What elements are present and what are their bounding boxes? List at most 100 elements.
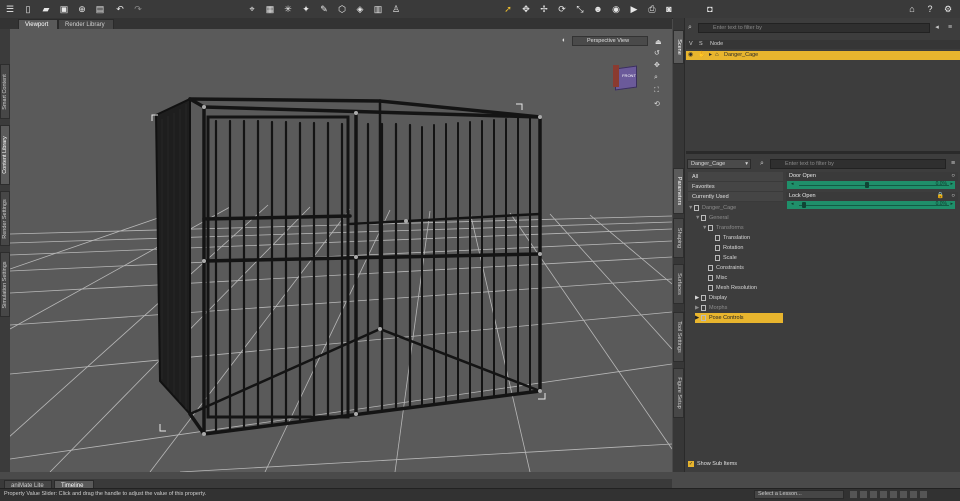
figure-setup-icon[interactable]: ▥ [372, 3, 384, 15]
lock-open-slider[interactable]: ◂ 0.0% ▸ [787, 201, 955, 209]
undo-icon[interactable]: ↶ [114, 3, 126, 15]
param-tree-item[interactable]: ▼ General [695, 213, 729, 223]
render-settings-icon[interactable]: ▤ [94, 3, 106, 15]
param-tree-item[interactable]: Rotation [709, 243, 744, 253]
open-file-icon[interactable]: ▰ [40, 3, 52, 15]
tab-parameters[interactable]: Parameters [673, 168, 684, 214]
lesson-play-icon[interactable] [870, 491, 877, 498]
lesson-prev-icon[interactable] [860, 491, 867, 498]
rotate-icon[interactable]: ⟳ [556, 3, 568, 15]
show-sub-items-checkbox[interactable]: ✓ Show Sub Items [688, 460, 778, 469]
camera-icon[interactable]: ◙ [663, 3, 675, 15]
decrement-icon[interactable]: ◂ [791, 201, 794, 207]
door-open-handle[interactable] [864, 182, 869, 188]
merge-icon[interactable]: ⊕ [76, 3, 88, 15]
param-options-icon[interactable]: ≡ [948, 159, 958, 169]
spot-render-icon[interactable]: ◈ [354, 3, 366, 15]
param-tree-item[interactable]: Translation [709, 233, 750, 243]
screenshot-icon[interactable]: ⎙ [646, 3, 658, 15]
zoom-icon[interactable]: ⌕ [654, 74, 658, 82]
tab-smart-content[interactable]: Smart Content [0, 64, 10, 119]
param-tree-item[interactable]: Mesh Resolution [702, 283, 757, 293]
frame-icon[interactable]: ⛶ [654, 87, 659, 95]
param-tree-item[interactable]: ▼ Danger_Cage [688, 203, 736, 213]
tab-content-library[interactable]: Content Library [0, 125, 10, 185]
expand-arrow-icon[interactable]: ▸ [709, 51, 712, 60]
tab-render-library[interactable]: Render Library [58, 19, 114, 29]
tab-surfaces[interactable]: Surfaces [673, 264, 684, 304]
door-open-slider[interactable]: ◂ 0.0% ▸ [787, 181, 955, 189]
pan-icon[interactable]: ✥ [654, 61, 660, 69]
param-tree-item[interactable]: Scale [709, 253, 737, 263]
lock-icon[interactable]: 🔒 [937, 192, 944, 201]
tab-scene[interactable]: Scene [673, 30, 684, 64]
3d-viewport[interactable]: ◐ Perspective View ⏏ FRONT ↺ ✥ ⌕ ⛶ ⟲ [10, 29, 672, 472]
tab-figure-setup[interactable]: Figure Setup [673, 368, 684, 418]
param-tree-item[interactable]: Constraints [702, 263, 744, 273]
translate-icon[interactable]: ✢ [538, 3, 550, 15]
lesson-last-icon[interactable] [890, 491, 897, 498]
scene-filter-back-icon[interactable]: ◂ [932, 23, 942, 33]
region-select-icon[interactable]: ▦ [264, 3, 276, 15]
param-settings-icon[interactable]: ○ [951, 172, 955, 181]
pane-divider[interactable] [686, 151, 960, 154]
node-selector-dropdown[interactable]: Danger_Cage ▾ [687, 159, 751, 169]
lock-open-value[interactable]: 0.0% [936, 201, 947, 207]
menu-icon[interactable]: ☰ [4, 3, 16, 15]
tab-render-settings[interactable]: Render Settings [0, 191, 10, 246]
pointer-icon[interactable]: ➚ [502, 3, 514, 15]
joint-editor-icon[interactable]: ✳ [282, 3, 294, 15]
help-icon[interactable]: ? [924, 3, 936, 15]
active-pose-icon[interactable]: ☻ [592, 3, 604, 15]
checkbox-icon[interactable]: ✓ [688, 460, 694, 467]
param-settings-icon[interactable]: ○ [951, 192, 955, 201]
lesson-close-icon[interactable] [920, 491, 927, 498]
param-tree-item[interactable]: Misc [702, 273, 727, 283]
lesson-stop-icon[interactable] [900, 491, 907, 498]
lesson-info-icon[interactable] [910, 491, 917, 498]
viewport-menu-icon[interactable]: ◐ [562, 37, 569, 46]
increment-icon[interactable]: ▸ [950, 201, 953, 207]
param-tree-item[interactable]: ▶ Display [695, 293, 727, 303]
selectable-icon[interactable]: ✋ [698, 51, 705, 60]
visibility-eye-icon[interactable]: ◉ [688, 51, 693, 60]
door-open-value[interactable]: 0.0% [936, 181, 947, 187]
category-all[interactable]: All [688, 172, 783, 182]
view-cube[interactable]: FRONT [613, 65, 639, 91]
save-icon[interactable]: ▣ [58, 3, 70, 15]
perspective-view-dropdown[interactable]: Perspective View [572, 36, 648, 46]
scale-icon[interactable]: ⤡ [574, 3, 586, 15]
transform-tool-icon[interactable]: ♙ [390, 3, 402, 15]
lock-open-handle[interactable] [801, 202, 806, 208]
tab-shaping[interactable]: Shaping [673, 218, 684, 258]
tab-simulation-settings[interactable]: Simulation Settings [0, 252, 10, 317]
scene-filter-input[interactable]: Enter text to filter by [698, 23, 930, 33]
tab-tool-settings[interactable]: Tool Settings [673, 312, 684, 362]
lesson-dropdown[interactable]: Select a Lesson... [754, 490, 844, 499]
camera-lock-icon[interactable]: ⏏ [655, 39, 663, 47]
orbit-icon[interactable]: ↺ [654, 49, 660, 57]
category-currently-used[interactable]: Currently Used [688, 192, 783, 202]
redo-icon[interactable]: ↷ [132, 3, 144, 15]
reset-view-icon[interactable]: ⟲ [654, 100, 660, 108]
lesson-next-icon[interactable] [880, 491, 887, 498]
param-tree-item[interactable]: ▶ Pose Controls [695, 313, 783, 323]
scene-options-icon[interactable]: ≡ [945, 23, 955, 33]
category-favorites[interactable]: Favorites [688, 182, 783, 192]
settings-icon[interactable]: ⚙ [942, 3, 954, 15]
snapshot-icon[interactable]: ◘ [704, 3, 716, 15]
scene-node-row[interactable]: ◉ ✋ ▸ ⌂ Danger_Cage [686, 51, 960, 60]
surface-selection-icon[interactable]: ✎ [318, 3, 330, 15]
camera-view-icon[interactable]: ◉ [610, 3, 622, 15]
new-file-icon[interactable]: ▯ [22, 3, 34, 15]
render-icon[interactable]: ▶ [628, 3, 640, 15]
param-tree-item[interactable]: ▼ Transforms [702, 223, 744, 233]
param-tree-item[interactable]: ▶ Morphs [695, 303, 727, 313]
node-select-icon[interactable]: ⌖ [246, 3, 258, 15]
pose-tool-icon[interactable]: ✦ [300, 3, 312, 15]
increment-icon[interactable]: ▸ [950, 181, 953, 187]
param-filter-input[interactable]: Enter text to filter by [770, 159, 946, 169]
home-icon[interactable]: ⌂ [906, 3, 918, 15]
lesson-first-icon[interactable] [850, 491, 857, 498]
geometry-editor-icon[interactable]: ⬡ [336, 3, 348, 15]
